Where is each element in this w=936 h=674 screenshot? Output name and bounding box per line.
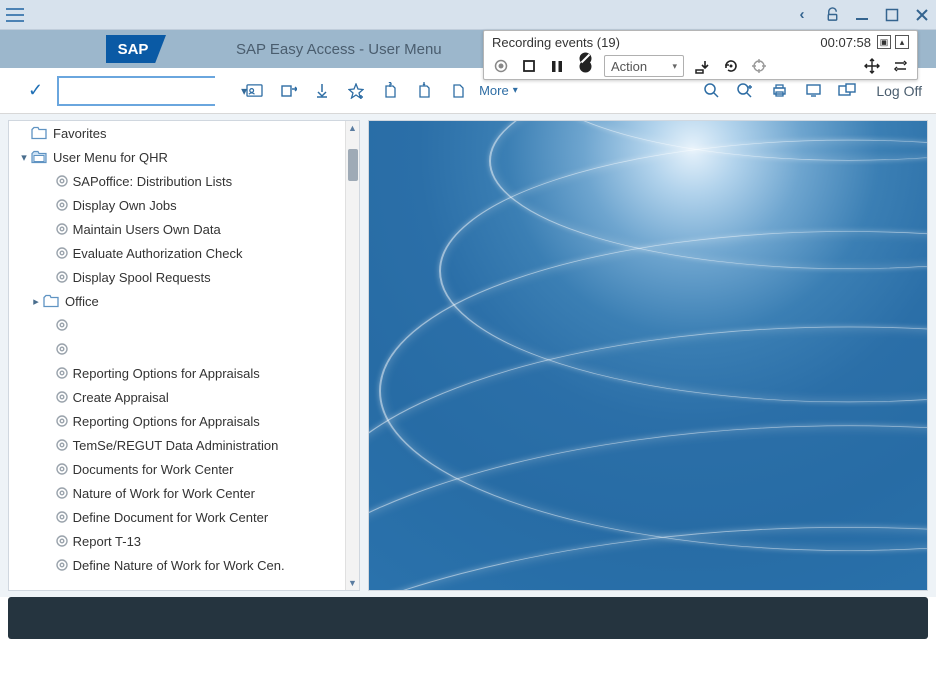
scroll-thumb[interactable] [348, 149, 358, 181]
recorder-box-icon[interactable]: ▣ [877, 35, 891, 49]
nav-tree: Favorites ▾ User Menu for QHR SAPoffice:… [8, 120, 360, 591]
scroll-down-icon[interactable]: ▼ [346, 576, 359, 590]
window-controls: ‹ [794, 7, 930, 23]
tree-item[interactable]: Evaluate Authorization Check [9, 241, 359, 265]
cancel-icon[interactable] [576, 57, 594, 75]
screen-icon[interactable] [800, 78, 826, 104]
tree-item[interactable]: Define Nature of Work for Work Cen. [9, 553, 359, 577]
scroll-up-icon[interactable]: ▲ [346, 121, 359, 135]
recorder-collapse-icon[interactable]: ▴ [895, 35, 909, 49]
search-plus-icon[interactable] [732, 78, 758, 104]
page-title: SAP Easy Access - User Menu [236, 41, 442, 58]
status-bar [8, 597, 928, 639]
tree-item-blank[interactable] [9, 313, 359, 337]
new-window-icon[interactable] [834, 78, 860, 104]
sap-logo: SAP [106, 35, 166, 63]
stop-icon[interactable] [520, 57, 538, 75]
tree-item[interactable]: Display Spool Requests [9, 265, 359, 289]
tree-item[interactable]: Documents for Work Center [9, 457, 359, 481]
move-icon[interactable] [863, 57, 881, 75]
tree-node-user-menu[interactable]: ▾ User Menu for QHR [9, 145, 359, 169]
print-icon[interactable] [766, 78, 792, 104]
tree-item[interactable]: Maintain Users Own Data [9, 217, 359, 241]
close-icon[interactable] [914, 7, 930, 23]
doc-up-icon[interactable] [377, 78, 403, 104]
tree-scrollbar[interactable]: ▲ ▼ [345, 121, 359, 590]
window-titlebar: ‹ [0, 0, 936, 30]
maximize-icon[interactable] [884, 7, 900, 23]
ok-button[interactable]: ✓ [28, 80, 43, 101]
add-favorites-icon[interactable] [309, 78, 335, 104]
minimize-icon[interactable] [854, 7, 870, 23]
tree-node-favorites[interactable]: Favorites [9, 121, 359, 145]
recorder-title: Recording events (19) [492, 35, 820, 50]
refresh-icon[interactable] [722, 57, 740, 75]
tcode-input[interactable] [65, 78, 241, 104]
recorder-panel[interactable]: Recording events (19) 00:07:58 ▣ ▴ Actio… [483, 30, 918, 80]
tcode-input-wrapper[interactable]: ▾ [57, 76, 215, 106]
background-image-area [368, 120, 928, 591]
tree-item[interactable]: TemSe/REGUT Data Administration [9, 433, 359, 457]
pause-icon[interactable] [548, 57, 566, 75]
tree-item[interactable]: Define Document for Work Center [9, 505, 359, 529]
assign-role-icon[interactable] [445, 78, 471, 104]
tree-node-office[interactable]: ▸ Office [9, 289, 359, 313]
tree-item[interactable]: Create Appraisal [9, 385, 359, 409]
doc-down-icon[interactable] [411, 78, 437, 104]
record-icon[interactable] [492, 57, 510, 75]
recorder-action-select[interactable]: Action▾ [604, 55, 684, 77]
tree-item[interactable]: Reporting Options for Appraisals [9, 409, 359, 433]
prev-icon[interactable]: ‹ [794, 7, 810, 23]
logoff-button[interactable]: Log Off [876, 83, 922, 99]
recorder-time: 00:07:58 [820, 35, 871, 50]
sap-menu-icon[interactable] [275, 78, 301, 104]
user-menu-icon[interactable] [241, 78, 267, 104]
unlock-icon[interactable] [824, 7, 840, 23]
tree-item[interactable]: SAPoffice: Distribution Lists [9, 169, 359, 193]
content-area: Favorites ▾ User Menu for QHR SAPoffice:… [0, 114, 936, 597]
tree-item[interactable]: Display Own Jobs [9, 193, 359, 217]
tree-item[interactable]: Reporting Options for Appraisals [9, 361, 359, 385]
step-in-icon[interactable] [694, 57, 712, 75]
search-icon[interactable] [698, 78, 724, 104]
tree-item[interactable]: Report T-13 [9, 529, 359, 553]
tree-item[interactable]: Nature of Work for Work Center [9, 481, 359, 505]
target-icon[interactable] [750, 57, 768, 75]
star-icon[interactable] [343, 78, 369, 104]
repeat-icon[interactable] [891, 57, 909, 75]
tree-item-blank[interactable] [9, 337, 359, 361]
menu-button[interactable] [6, 8, 24, 22]
more-button[interactable]: More▾ [479, 83, 518, 98]
